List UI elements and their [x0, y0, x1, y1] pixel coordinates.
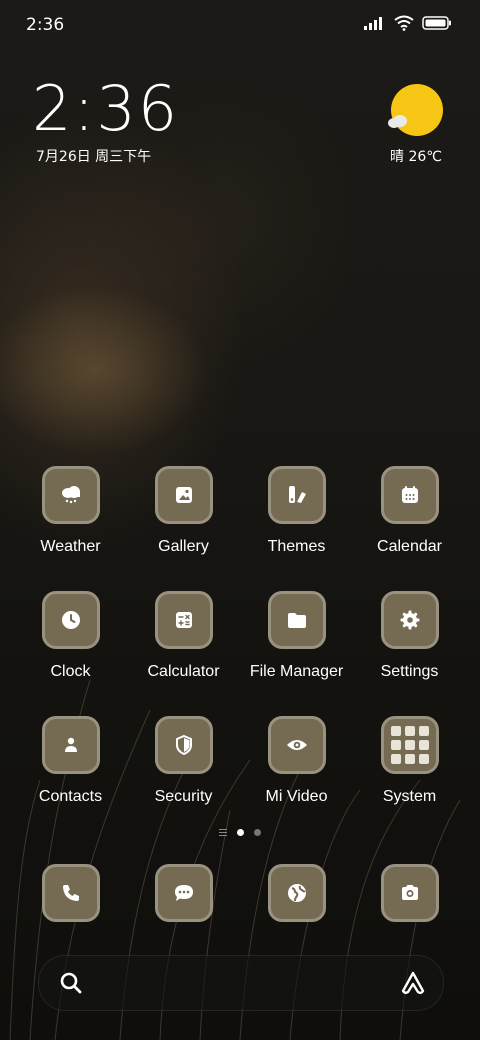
signal-icon [364, 17, 382, 30]
app-label: Contacts [38, 788, 103, 805]
page-dot [254, 829, 261, 836]
app-clock[interactable]: Clock [14, 591, 127, 681]
app-contacts[interactable]: Contacts [14, 716, 127, 806]
browser-icon [287, 884, 306, 902]
weather-widget-text: 晴 26℃ [390, 149, 442, 165]
app-label: File Manager [249, 663, 344, 680]
themes-icon [288, 486, 306, 503]
app-label: Mi Video [265, 788, 328, 805]
app-calculator[interactable]: Calculator [127, 591, 240, 681]
gear-icon [400, 610, 419, 630]
app-file-manager[interactable]: File Manager [240, 591, 353, 681]
app-security[interactable]: Security [127, 716, 240, 806]
wifi-icon [394, 15, 414, 31]
app-weather[interactable]: Weather [14, 466, 127, 556]
gallery-icon [175, 487, 192, 503]
app-mi-video[interactable]: Mi Video [240, 716, 353, 806]
app-folder-icon [390, 726, 429, 764]
calendar-icon [401, 486, 418, 503]
dock-camera[interactable] [353, 864, 466, 922]
app-gallery[interactable]: Gallery [127, 466, 240, 556]
app-label: Security [154, 788, 213, 805]
app-drawer-indicator [219, 829, 227, 836]
status-time: 2:36 [26, 15, 65, 35]
app-label: Themes [267, 538, 326, 555]
assistant-icon[interactable] [399, 969, 427, 997]
page-dot-active [237, 829, 244, 836]
search-bar[interactable] [38, 955, 444, 1011]
shield-icon [175, 734, 192, 756]
dock-messages[interactable] [127, 864, 240, 922]
calculator-icon [175, 612, 192, 628]
clock-icon [61, 611, 80, 629]
app-folder-system[interactable]: System [353, 716, 466, 806]
dock-browser[interactable] [240, 864, 353, 922]
app-label: Gallery [158, 538, 209, 555]
contacts-icon [64, 737, 77, 752]
search-icon [60, 972, 82, 994]
cloud-icon [388, 115, 407, 128]
camera-icon [401, 885, 418, 900]
app-calendar[interactable]: Calendar [353, 466, 466, 556]
eye-icon [286, 740, 307, 750]
clock-widget-time[interactable]: 2:36 [32, 74, 179, 144]
phone-icon [62, 885, 79, 901]
app-label: Clock [50, 663, 91, 680]
app-label: Settings [380, 663, 439, 680]
folder-icon [287, 613, 306, 628]
app-label: Weather [40, 538, 101, 555]
app-themes[interactable]: Themes [240, 466, 353, 556]
clock-widget-date: 7月26日 周三下午 [36, 149, 152, 165]
dock-phone[interactable] [14, 864, 127, 922]
app-settings[interactable]: Settings [353, 591, 466, 681]
weather-icon [61, 486, 80, 504]
status-bar: 2:36 [0, 0, 480, 50]
app-label: System [382, 788, 437, 805]
page-indicator[interactable] [0, 829, 480, 836]
sun-icon[interactable] [391, 84, 443, 136]
app-label: Calendar [377, 538, 442, 555]
app-label: Calculator [147, 663, 220, 680]
battery-icon [422, 16, 451, 30]
message-icon [174, 885, 193, 901]
